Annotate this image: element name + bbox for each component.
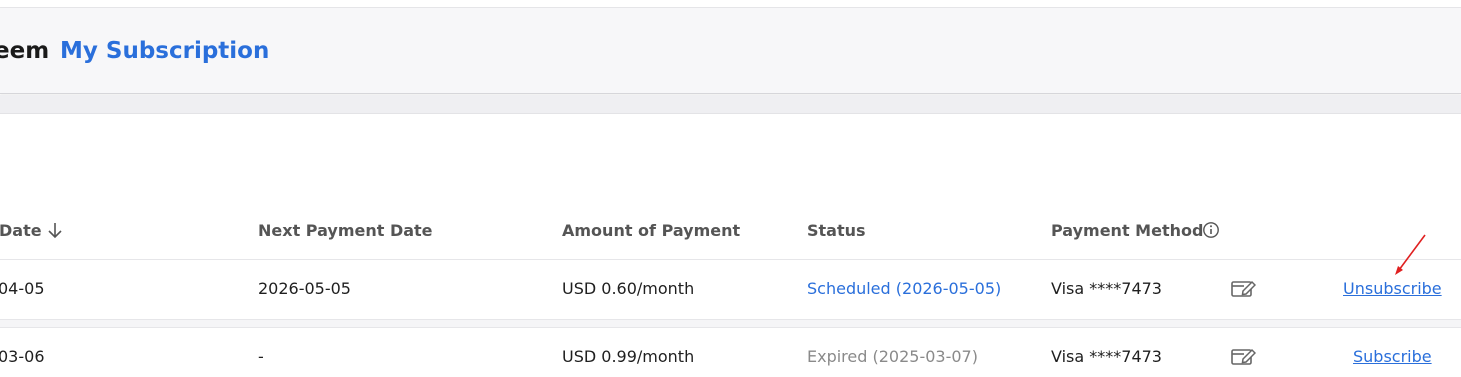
row-divider — [0, 259, 1461, 260]
page-header: eem My Subscription — [0, 8, 1461, 94]
breadcrumb-previous[interactable]: eem — [0, 38, 49, 64]
header-divider-band — [0, 95, 1461, 114]
status-expired: Expired (2025-03-07) — [807, 347, 978, 366]
cell-amount: USD 0.99/month — [562, 347, 695, 366]
cell-date: 03-06 — [0, 347, 45, 366]
column-header-date[interactable]: Date — [0, 221, 42, 241]
column-header-amount: Amount of Payment — [562, 221, 741, 240]
edit-card-icon[interactable] — [1230, 345, 1256, 367]
column-header-next-payment-date: Next Payment Date — [258, 221, 433, 240]
status-scheduled[interactable]: Scheduled (2026-05-05) — [807, 279, 1001, 299]
red-arrow-icon — [1395, 234, 1426, 275]
edit-card-icon[interactable] — [1230, 277, 1256, 299]
breadcrumb-current: My Subscription — [60, 38, 270, 64]
unsubscribe-link[interactable]: Unsubscribe — [1343, 279, 1442, 299]
cell-next-payment-date: 2026-05-05 — [258, 279, 351, 298]
column-header-payment-method: Payment Method — [1051, 221, 1204, 240]
arrow-down-icon[interactable] — [46, 220, 64, 240]
cell-amount: USD 0.60/month — [562, 279, 695, 298]
cell-next-payment-date: - — [258, 347, 264, 366]
top-strip — [0, 0, 1461, 8]
cell-payment-method: Visa ****7473 — [1051, 279, 1162, 298]
info-icon[interactable] — [1202, 221, 1220, 239]
subscribe-link[interactable]: Subscribe — [1353, 347, 1432, 367]
cell-date: 04-05 — [0, 279, 45, 298]
row-separator — [0, 319, 1461, 328]
subscription-table: Date Next Payment Date Amount of Payment… — [0, 115, 1461, 377]
column-header-status: Status — [807, 221, 866, 240]
cell-payment-method: Visa ****7473 — [1051, 347, 1162, 366]
